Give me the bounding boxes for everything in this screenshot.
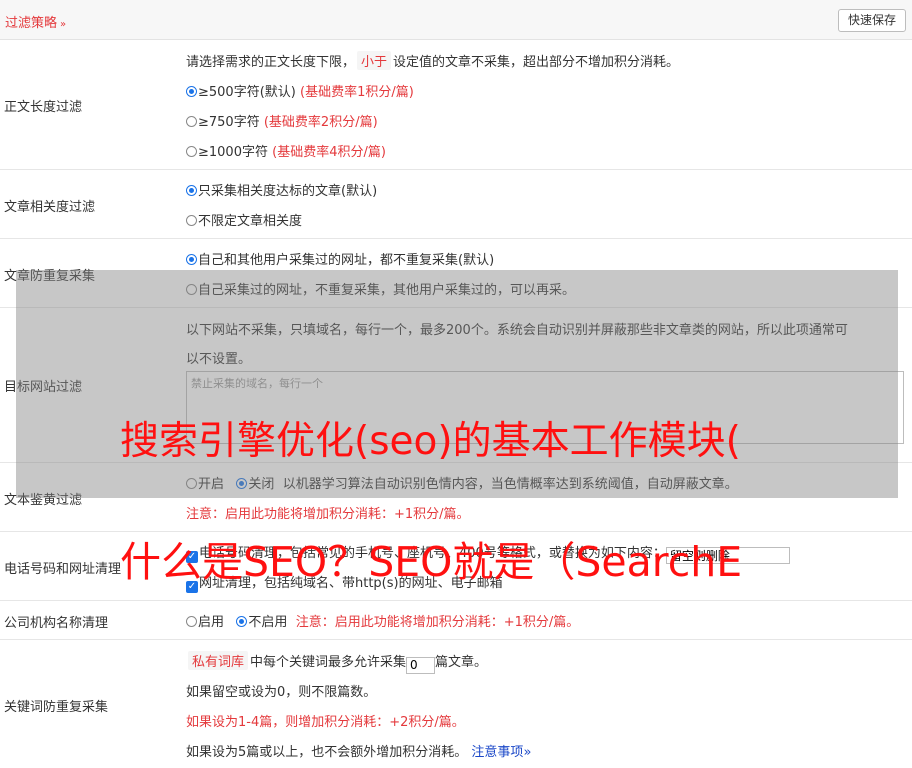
keyword-note-3-text: 如果设为5篇或以上，也不会额外增加积分消耗。 (186, 745, 468, 760)
header-title: 过滤策略 (5, 16, 58, 31)
radio-icon[interactable] (186, 185, 197, 196)
option-note: (基础费率4积分/篇) (272, 145, 386, 160)
porn-filter-note: 注意：启用此功能将增加积分消耗：+1积分/篇。 (186, 507, 470, 522)
relevance-option-none[interactable]: 不限定文章相关度 (186, 210, 302, 229)
radio-icon[interactable] (186, 215, 197, 226)
relevance-filter-row: 文章相关度过滤 只采集相关度达标的文章(默认) 不限定文章相关度 (0, 170, 912, 239)
keyword-duplicate-label: 关键词防重复采集 (4, 700, 109, 715)
length-filter-row: 正文长度过滤 请选择需求的正文长度下限， 小于 设定值的文章不采集，超出部分不增加积… (0, 40, 912, 170)
option-text: 不限定文章相关度 (198, 214, 303, 229)
phone-cleanup-label: 电话号码和网址清理 (4, 562, 122, 577)
company-cleanup-row: 公司机构名称清理 启用 不启用 注意：启用此功能将增加积分消耗：+1积分/篇。 (0, 601, 912, 640)
private-lexicon-tag[interactable]: 私有词库 (188, 651, 249, 670)
keyword-note-1: 如果留空或设为0，则不限篇数。 (186, 685, 377, 700)
radio-icon[interactable] (186, 86, 197, 97)
radio-icon[interactable] (186, 254, 197, 265)
option-text: 只采集相关度达标的文章(默认) (198, 184, 378, 199)
overlay-title-2: 什么是SEO？SEO就是（SearchE (120, 538, 743, 586)
option-text: ≥1000字符 (198, 145, 268, 160)
company-option-off[interactable]: 不启用 (236, 615, 287, 630)
keyword-limit-post: 篇文章。 (435, 655, 488, 670)
option-text: 不启用 (248, 615, 288, 630)
length-option-500[interactable]: ≥500字符(默认) (基础费率1积分/篇) (186, 81, 414, 100)
keyword-note-2: 如果设为1-4篇，则增加积分消耗：+2积分/篇。 (186, 715, 465, 730)
keyword-note-3: 如果设为5篇或以上，也不会额外增加积分消耗。 注意事项» (186, 741, 531, 760)
relevance-option-strict[interactable]: 只采集相关度达标的文章(默认) (186, 180, 377, 199)
less-than-tag: 小于 (357, 51, 392, 70)
length-option-750[interactable]: ≥750字符 (基础费率2积分/篇) (186, 111, 378, 130)
option-note: (基础费率1积分/篇) (300, 85, 414, 100)
length-desc-post: 设定值的文章不采集，超出部分不增加积分消耗。 (393, 55, 680, 70)
radio-icon[interactable] (186, 146, 197, 157)
radio-icon[interactable] (236, 616, 248, 627)
company-option-on[interactable]: 启用 (186, 615, 224, 630)
option-note: (基础费率2积分/篇) (263, 115, 378, 130)
keyword-duplicate-row: 关键词防重复采集 私有词库中每个关键词最多允许采集 篇文章。 如果留空或设为0，则… (0, 640, 912, 768)
radio-icon[interactable] (186, 116, 197, 127)
chevron-down-icon: » (523, 745, 532, 760)
radio-icon[interactable] (186, 616, 197, 627)
option-text: ≥500字符(默认) (198, 85, 296, 100)
filter-strategy-toggle[interactable]: 过滤策略» (5, 12, 66, 31)
length-desc-pre: 请选择需求的正文长度下限， (186, 55, 356, 70)
quick-save-button[interactable]: 快速保存 (837, 9, 906, 32)
company-cleanup-options: 启用 不启用 注意：启用此功能将增加积分消耗：+1积分/篇。 (186, 611, 579, 630)
keyword-limit-line: 私有词库中每个关键词最多允许采集 篇文章。 (186, 651, 487, 674)
company-cleanup-label: 公司机构名称清理 (4, 616, 109, 631)
notes-link-text: 注意事项 (471, 745, 524, 760)
option-text: 自己和其他用户采集过的网址，都不重复采集(默认) (198, 253, 495, 268)
keyword-limit-input[interactable] (406, 656, 436, 674)
duplicate-option-all[interactable]: 自己和其他用户采集过的网址，都不重复采集(默认) (186, 249, 494, 268)
option-text: 启用 (198, 615, 225, 630)
length-option-1000[interactable]: ≥1000字符 (基础费率4积分/篇) (186, 141, 386, 160)
overlay-title-1: 搜索引擎优化(seo)的基本工作模块( (120, 419, 741, 464)
option-text: ≥750字符 (198, 115, 260, 130)
relevance-filter-label: 文章相关度过滤 (4, 200, 96, 215)
company-cleanup-note: 注意：启用此功能将增加积分消耗：+1积分/篇。 (295, 615, 580, 630)
notes-link[interactable]: 注意事项» (471, 745, 531, 760)
filter-header: 过滤策略» 快速保存 (0, 0, 912, 40)
keyword-limit-pre: 中每个关键词最多允许采集 (250, 655, 407, 670)
length-filter-desc: 请选择需求的正文长度下限， 小于 设定值的文章不采集，超出部分不增加积分消耗。 (186, 51, 679, 70)
chevron-down-icon: » (60, 19, 67, 30)
length-filter-label: 正文长度过滤 (4, 100, 83, 115)
